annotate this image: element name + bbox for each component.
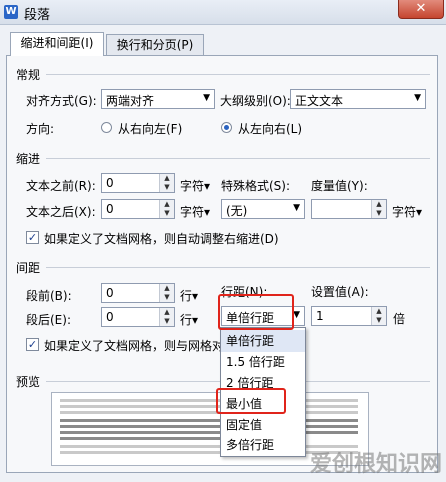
spinner-down-icon[interactable]: ▼ [372,316,386,325]
tab-indent-spacing[interactable]: 缩进和间距(I) [10,32,104,56]
alignment-value: 两端对齐 [106,94,155,108]
watermark-text: 爱创根知识网 [310,452,443,477]
spinner-up-icon[interactable]: ▲ [160,308,174,317]
section-spacing-label: 间距 [16,261,41,275]
highlight-box-minimum [216,388,286,414]
option-1-5[interactable]: 1.5 倍行距 [221,351,305,373]
close-button[interactable]: ✕ [398,0,444,19]
indent-before-value: 0 [106,176,114,190]
indent-after-value: 0 [106,202,114,216]
chevron-down-icon: ▼ [293,310,300,320]
alignment-select[interactable]: 两端对齐 ▼ [101,89,215,109]
radio-ltr[interactable] [221,122,232,133]
outline-level-select[interactable]: 正文文本 ▼ [290,89,426,109]
space-after-value: 0 [106,310,114,324]
outline-level-value: 正文文本 [295,94,344,108]
section-preview-label: 预览 [16,375,41,389]
indent-after-spinner[interactable]: 0 ▲ ▼ [101,199,175,219]
section-general-label: 常规 [16,68,41,82]
spinner-buttons[interactable]: ▲ ▼ [159,174,174,192]
spinner-down-icon[interactable]: ▼ [160,317,174,326]
space-before-label: 段前(B): [26,289,72,303]
spinner-down-icon[interactable]: ▼ [160,209,174,218]
indent-after-unit[interactable]: 字符▾ [180,203,210,220]
radio-rtl-label: 从右向左(F) [118,122,183,136]
spinner-buttons[interactable]: ▲ ▼ [371,307,386,325]
auto-adjust-checkbox[interactable]: ✓ [26,231,39,244]
spinner-down-icon[interactable]: ▼ [160,293,174,302]
spinner-up-icon[interactable]: ▲ [372,200,386,209]
tab-line-page-breaks[interactable]: 换行和分页(P) [106,34,204,56]
section-indent-label: 缩进 [16,152,41,166]
setting-value-spinner[interactable]: 1 ▲ ▼ [311,306,387,326]
radio-ltr-label: 从左向右(L) [238,122,303,136]
title-bar [0,0,446,25]
special-format-value: (无) [226,204,248,218]
grid-snap-checkbox[interactable]: ✓ [26,338,39,351]
indent-before-label: 文本之前(R): [26,179,96,193]
spinner-up-icon[interactable]: ▲ [160,284,174,293]
spinner-up-icon[interactable]: ▲ [160,200,174,209]
special-format-label: 特殊格式(S): [221,179,291,193]
spinner-buttons[interactable]: ▲ ▼ [371,200,386,218]
chevron-down-icon: ▼ [203,93,210,103]
grid-snap-label: 如果定义了文档网格，则与网格对 [44,339,225,353]
spinner-up-icon[interactable]: ▲ [372,307,386,316]
divider [46,267,430,268]
space-before-value: 0 [106,286,114,300]
measure-unit[interactable]: 字符▾ [392,203,422,220]
space-after-spinner[interactable]: 0 ▲ ▼ [101,307,175,327]
indent-before-unit[interactable]: 字符▾ [180,177,210,194]
highlight-box-line-spacing [218,294,294,330]
spinner-down-icon[interactable]: ▼ [160,183,174,192]
chevron-down-icon: ▼ [293,203,300,213]
auto-adjust-label: 如果定义了文档网格，则自动调整右缩进(D) [44,232,279,246]
setting-value-unit: 倍 [393,312,406,326]
space-before-spinner[interactable]: 0 ▲ ▼ [101,283,175,303]
option-fixed[interactable]: 固定值 [221,414,305,436]
indent-before-spinner[interactable]: 0 ▲ ▼ [101,173,175,193]
wps-app-icon: W [4,5,18,19]
setting-value: 1 [316,309,324,323]
spinner-buttons[interactable]: ▲ ▼ [159,284,174,302]
space-after-label: 段后(E): [26,313,71,327]
spinner-up-icon[interactable]: ▲ [160,174,174,183]
indent-after-label: 文本之后(X): [26,205,96,219]
divider [46,158,430,159]
measure-label: 度量值(Y): [311,179,368,193]
spinner-down-icon[interactable]: ▼ [372,209,386,218]
space-before-unit[interactable]: 行▾ [180,287,198,304]
outline-level-label: 大纲级别(O): [220,94,291,108]
direction-label: 方向: [26,122,55,136]
measure-spinner[interactable]: ▲ ▼ [311,199,387,219]
radio-rtl[interactable] [101,122,112,133]
alignment-label: 对齐方式(G): [26,94,97,108]
special-format-select[interactable]: (无) ▼ [221,199,305,219]
space-after-unit[interactable]: 行▾ [180,311,198,328]
chevron-down-icon: ▼ [414,93,421,103]
option-single[interactable]: 单倍行距 [221,330,305,352]
dialog-title: 段落 [24,8,51,23]
spinner-buttons[interactable]: ▲ ▼ [159,308,174,326]
option-multiple[interactable]: 多倍行距 [221,434,305,456]
divider [46,74,430,75]
spinner-buttons[interactable]: ▲ ▼ [159,200,174,218]
setting-value-label: 设置值(A): [311,285,369,299]
